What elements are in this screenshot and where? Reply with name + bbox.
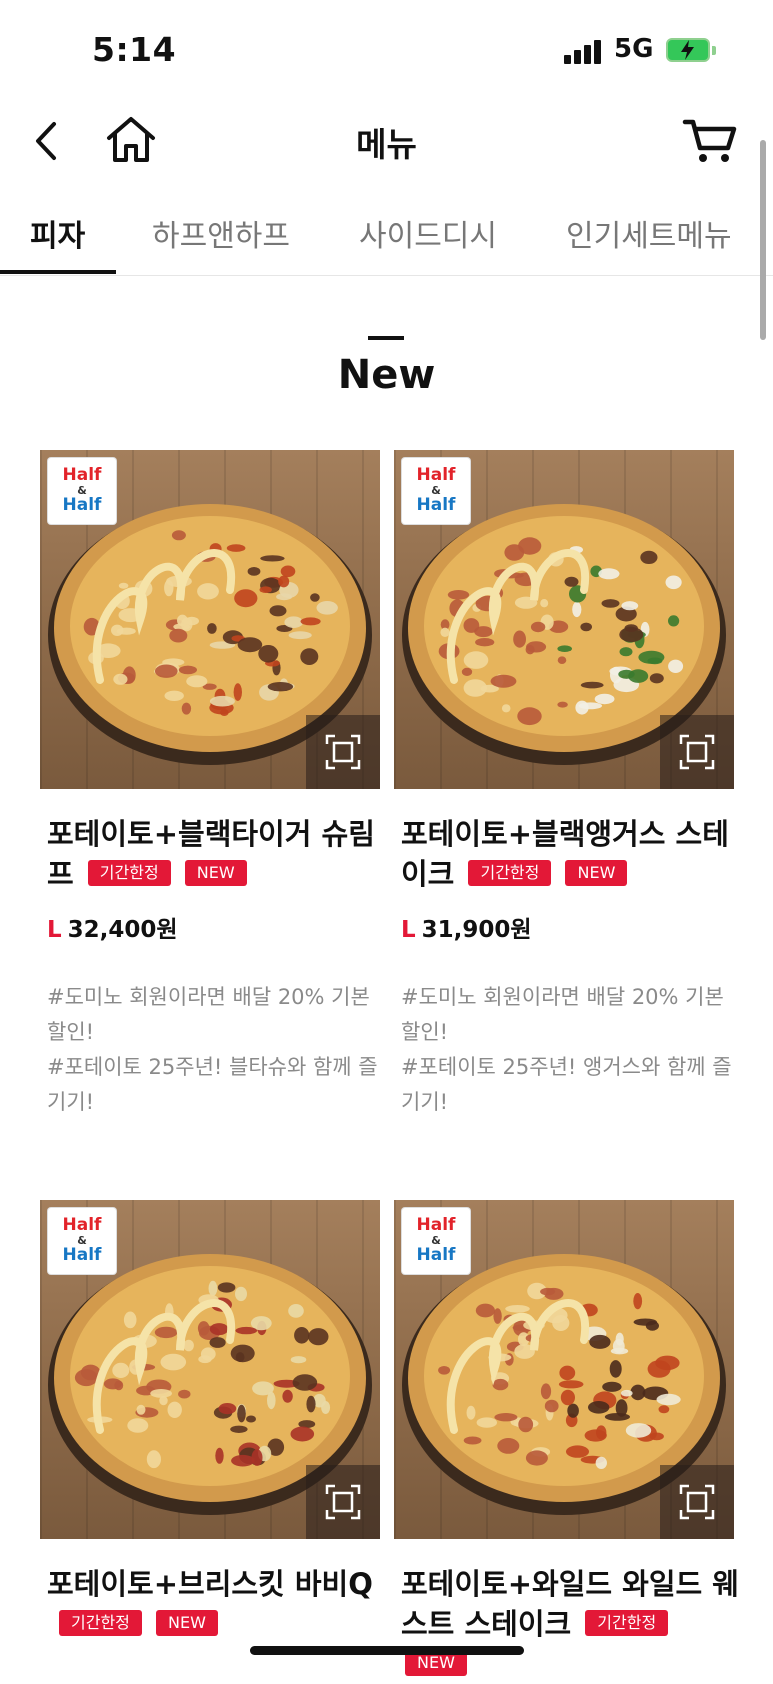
- product-price: L 31,900원: [401, 910, 532, 944]
- cellular-signal-icon: [564, 38, 604, 64]
- half-and-half-logo: Half & Half: [48, 458, 116, 524]
- size-label: L: [47, 917, 62, 943]
- category-tabs: 피자 하프앤하프 사이드디시 인기세트메뉴: [0, 195, 773, 276]
- product-description: #도미노 회원이라면 배달 20% 기본할인! #포테이토 25주년! 블타슈와…: [47, 985, 378, 1114]
- cart-icon[interactable]: [682, 116, 738, 166]
- new-badge: NEW: [184, 860, 247, 886]
- tab-popular-set[interactable]: 인기세트메뉴: [566, 211, 732, 255]
- scrollbar[interactable]: [760, 140, 766, 340]
- product-description: #도미노 회원이라면 배달 20% 기본할인! #포테이토 25주년! 앵거스와…: [401, 985, 732, 1114]
- tab-pizza[interactable]: 피자: [30, 211, 85, 255]
- product-image[interactable]: Half & Half: [394, 450, 734, 789]
- expand-image-icon[interactable]: [660, 715, 734, 789]
- product-name: 포테이토+브리스킷 바비Q: [47, 1567, 373, 1601]
- product-image[interactable]: Half & Half: [40, 1200, 380, 1539]
- half-and-half-logo: Half & Half: [402, 458, 470, 524]
- price-value: 32,400원: [67, 917, 178, 943]
- status-time: 5:14: [92, 30, 177, 69]
- new-badge: NEW: [156, 1610, 218, 1636]
- status-bar: 5:14 5G: [0, 0, 773, 100]
- page-title: 메뉴: [356, 125, 417, 164]
- expand-image-icon[interactable]: [306, 1465, 380, 1539]
- product-name: 포테이토+와일드 와일드 웨스트 스테이크: [401, 1567, 739, 1641]
- limited-badge: 기간한정: [59, 1610, 142, 1636]
- limited-badge: 기간한정: [585, 1610, 669, 1636]
- tab-half-and-half[interactable]: 하프앤하프: [152, 211, 290, 255]
- half-and-half-logo: Half & Half: [402, 1208, 470, 1274]
- product-name-block: 포테이토+브리스킷 바비Q 기간한정 NEW: [47, 1564, 387, 1644]
- active-tab-indicator: [0, 270, 116, 274]
- home-indicator[interactable]: [250, 1646, 524, 1655]
- app-header: 메뉴: [0, 100, 773, 180]
- product-name-block: 포테이토+블랙앵거스 스테이크 기간한정 NEW: [401, 814, 741, 894]
- expand-image-icon[interactable]: [306, 715, 380, 789]
- product-name-block: 포테이토+블랙타이거 슈림프 기간한정 NEW: [47, 814, 387, 894]
- limited-badge: 기간한정: [468, 860, 552, 886]
- expand-image-icon[interactable]: [660, 1465, 734, 1539]
- limited-badge: 기간한정: [87, 860, 171, 886]
- half-and-half-logo: Half & Half: [48, 1208, 116, 1274]
- tab-side-dish[interactable]: 사이드디시: [359, 211, 497, 255]
- price-value: 31,900원: [421, 917, 532, 943]
- size-label: L: [401, 917, 416, 943]
- new-badge: NEW: [565, 860, 628, 886]
- product-image[interactable]: Half & Half: [40, 450, 380, 789]
- network-type: 5G: [614, 34, 654, 64]
- product-price: L 32,400원: [47, 910, 178, 944]
- product-image[interactable]: Half & Half: [394, 1200, 734, 1539]
- section-title: New: [337, 352, 436, 398]
- battery-charging-icon: [666, 38, 716, 64]
- section-divider: [368, 336, 404, 340]
- product-name-block: 포테이토+와일드 와일드 웨스트 스테이크 기간한정 NEW: [401, 1564, 741, 1684]
